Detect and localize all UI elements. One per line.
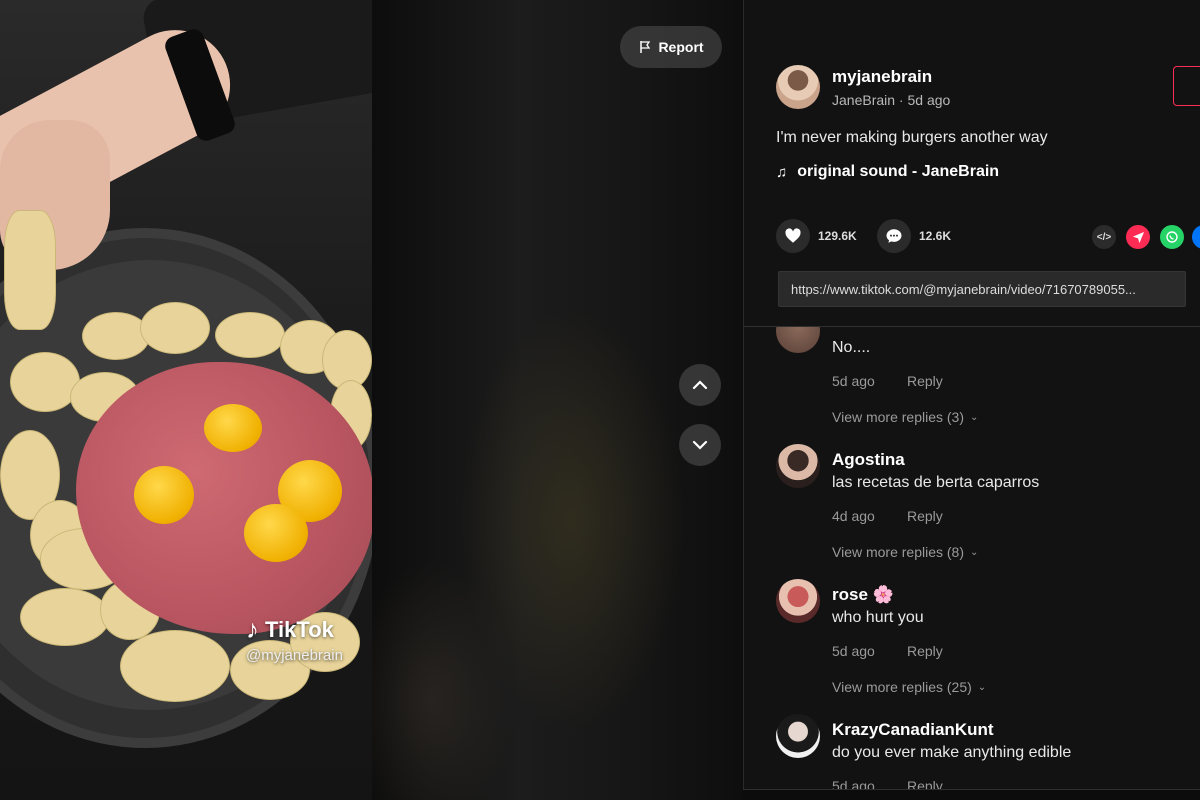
comment-timestamp: 5d ago bbox=[832, 373, 875, 389]
potato-chip-handful bbox=[4, 210, 56, 330]
send-to-friends-icon[interactable] bbox=[1126, 225, 1150, 249]
sound-title: original sound - JaneBrain bbox=[797, 163, 1000, 180]
reply-button[interactable]: Reply bbox=[907, 643, 943, 659]
music-note-icon: ♫ bbox=[776, 163, 788, 181]
commenter-avatar[interactable] bbox=[776, 327, 820, 353]
reply-button[interactable]: Reply bbox=[907, 373, 943, 389]
potato-chip bbox=[120, 630, 230, 702]
report-label: Report bbox=[658, 39, 704, 55]
chevron-up-icon bbox=[692, 380, 708, 390]
video-description: I'm never making burgers another way bbox=[776, 129, 1048, 146]
like-count: 129.6K bbox=[818, 229, 857, 243]
commenter-name[interactable]: rose 🌸 bbox=[832, 585, 894, 605]
next-video-button[interactable] bbox=[679, 424, 721, 466]
view-more-replies[interactable]: View more replies (3) ⌄ bbox=[832, 409, 978, 425]
tiktok-brand-text: TikTok bbox=[265, 616, 334, 642]
comment-timestamp: 5d ago bbox=[832, 643, 875, 659]
commenter-avatar[interactable] bbox=[776, 579, 820, 623]
comment-text: las recetas de berta caparros bbox=[832, 474, 1040, 491]
chevron-down-icon: ⌄ bbox=[970, 546, 979, 558]
comment-timestamp: 5d ago bbox=[832, 778, 875, 789]
watermark-handle: @myjanebrain bbox=[246, 647, 343, 664]
report-button[interactable]: Report bbox=[620, 26, 722, 68]
comment-text: No.... bbox=[832, 339, 871, 356]
comment-bubble-icon bbox=[877, 219, 911, 253]
egg-yolk bbox=[134, 466, 194, 524]
chevron-down-icon: ⌄ bbox=[970, 411, 979, 423]
commenter-avatar[interactable] bbox=[776, 714, 820, 758]
potato-chip bbox=[82, 312, 150, 360]
chevron-down-icon bbox=[692, 440, 708, 450]
potato-chip bbox=[215, 312, 285, 358]
author-avatar[interactable] bbox=[776, 65, 820, 109]
view-more-replies[interactable]: View more replies (25) ⌄ bbox=[832, 679, 986, 695]
heart-icon bbox=[776, 219, 810, 253]
embed-icon[interactable]: </> bbox=[1092, 225, 1116, 249]
comment-button[interactable]: 12.6K bbox=[877, 219, 951, 253]
previous-video-button[interactable] bbox=[679, 364, 721, 406]
flower-emoji-icon: 🌸 bbox=[872, 585, 894, 604]
tiktok-watermark: ♪ TikTok @myjanebrain bbox=[246, 614, 343, 664]
view-more-replies-label: View more replies (3) bbox=[832, 409, 965, 425]
commenter-avatar[interactable] bbox=[776, 444, 820, 488]
follow-button[interactable] bbox=[1173, 66, 1200, 106]
view-more-replies[interactable]: View more replies (8) ⌄ bbox=[832, 544, 978, 560]
tiktok-logo: ♪ TikTok bbox=[246, 614, 343, 645]
potato-chip bbox=[20, 588, 110, 646]
copy-link-field[interactable]: https://www.tiktok.com/@myjanebrain/vide… bbox=[778, 271, 1186, 307]
egg-yolk bbox=[204, 404, 262, 452]
video-frame[interactable]: ♪ TikTok @myjanebrain bbox=[0, 0, 372, 800]
author-nickname-date: JaneBrain · 5d ago bbox=[832, 92, 951, 108]
reply-button[interactable]: Reply bbox=[907, 778, 943, 789]
view-more-replies-label: View more replies (25) bbox=[832, 679, 972, 695]
comment-text: who hurt you bbox=[832, 609, 924, 626]
comment-text: do you ever make anything edible bbox=[832, 744, 1072, 761]
whatsapp-icon[interactable] bbox=[1160, 225, 1184, 249]
comment-count: 12.6K bbox=[919, 229, 952, 243]
potato-chip bbox=[140, 302, 210, 354]
egg-yolk bbox=[244, 504, 308, 562]
author-username[interactable]: myjanebrain bbox=[832, 67, 932, 87]
sound-link[interactable]: ♫ original sound - JaneBrain bbox=[776, 163, 999, 181]
comment-list[interactable]: No.... 5d ago Reply View more replies (3… bbox=[743, 327, 1200, 789]
chevron-down-icon: ⌄ bbox=[977, 681, 987, 693]
commenter-name[interactable]: KrazyCanadianKunt bbox=[832, 720, 994, 740]
like-button[interactable]: 129.6K bbox=[776, 219, 857, 253]
comment-input-bar[interactable] bbox=[743, 789, 1200, 800]
comment-timestamp: 4d ago bbox=[832, 508, 875, 524]
flag-icon bbox=[640, 41, 651, 53]
commenter-name-text: rose bbox=[832, 585, 868, 604]
tiktok-note-icon: ♪ bbox=[246, 614, 259, 644]
reply-button[interactable]: Reply bbox=[907, 508, 943, 524]
view-more-replies-label: View more replies (8) bbox=[832, 544, 965, 560]
potato-chip bbox=[10, 352, 80, 412]
video-player[interactable]: ♪ TikTok @myjanebrain Report bbox=[0, 0, 743, 800]
commenter-name[interactable]: Agostina bbox=[832, 450, 905, 470]
